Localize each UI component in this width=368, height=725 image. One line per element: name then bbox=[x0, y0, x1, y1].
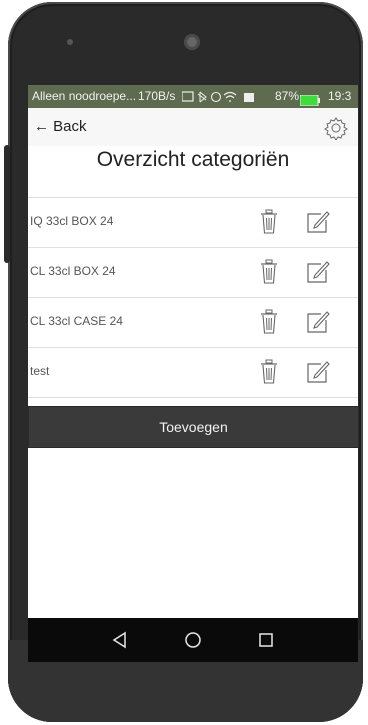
trash-icon[interactable] bbox=[260, 209, 278, 235]
home-circle-icon[interactable] bbox=[183, 630, 203, 650]
front-camera bbox=[184, 34, 200, 50]
wifi-icon bbox=[223, 91, 237, 102]
category-label: CL 33cl CASE 24 bbox=[30, 314, 123, 328]
recents-square-icon[interactable] bbox=[256, 630, 276, 650]
status-time: 19:3 bbox=[328, 89, 352, 103]
sim-icon bbox=[181, 91, 194, 102]
list-item: CL 33cl BOX 24 bbox=[28, 247, 358, 297]
trash-icon[interactable] bbox=[260, 259, 278, 285]
side-button bbox=[4, 145, 10, 263]
list-item: CL 33cl CASE 24 bbox=[28, 297, 358, 347]
status-battery-level: 87% bbox=[275, 89, 300, 103]
add-button[interactable]: Toevoegen bbox=[28, 406, 358, 448]
speaker bbox=[67, 39, 73, 45]
trash-icon[interactable] bbox=[260, 359, 278, 385]
gear-icon[interactable] bbox=[324, 116, 348, 140]
category-label: IQ 33cl BOX 24 bbox=[30, 214, 114, 228]
category-label: CL 33cl BOX 24 bbox=[30, 264, 116, 278]
list-item: IQ 33cl BOX 24 bbox=[28, 197, 358, 247]
status-icons bbox=[181, 85, 260, 108]
signal-icon bbox=[244, 92, 254, 102]
status-carrier: Alleen noodroepe... bbox=[32, 89, 137, 103]
status-bar: Alleen noodroepe... 170B/s 87% 19:3 bbox=[28, 85, 358, 108]
nav-bar bbox=[28, 618, 358, 662]
top-bar: ← Back bbox=[28, 108, 358, 146]
edit-icon[interactable] bbox=[306, 310, 330, 334]
edit-icon[interactable] bbox=[306, 210, 330, 234]
list-item: test bbox=[28, 347, 358, 398]
edit-icon[interactable] bbox=[306, 360, 330, 384]
edit-icon[interactable] bbox=[306, 260, 330, 284]
back-triangle-icon[interactable] bbox=[110, 630, 130, 650]
alarm-icon bbox=[210, 91, 222, 102]
category-label: test bbox=[30, 364, 50, 378]
screen: Alleen noodroepe... 170B/s 87% 19:3 ← Ba… bbox=[28, 85, 358, 662]
bluetooth-icon bbox=[197, 91, 207, 103]
back-button[interactable]: ← Back bbox=[34, 118, 87, 135]
trash-icon[interactable] bbox=[260, 309, 278, 335]
status-speed: 170B/s bbox=[138, 89, 176, 103]
category-list: IQ 33cl BOX 24 CL 33cl BOX 24 CL 33cl CA… bbox=[28, 197, 358, 398]
page-title: Overzicht categoriën bbox=[96, 148, 290, 171]
